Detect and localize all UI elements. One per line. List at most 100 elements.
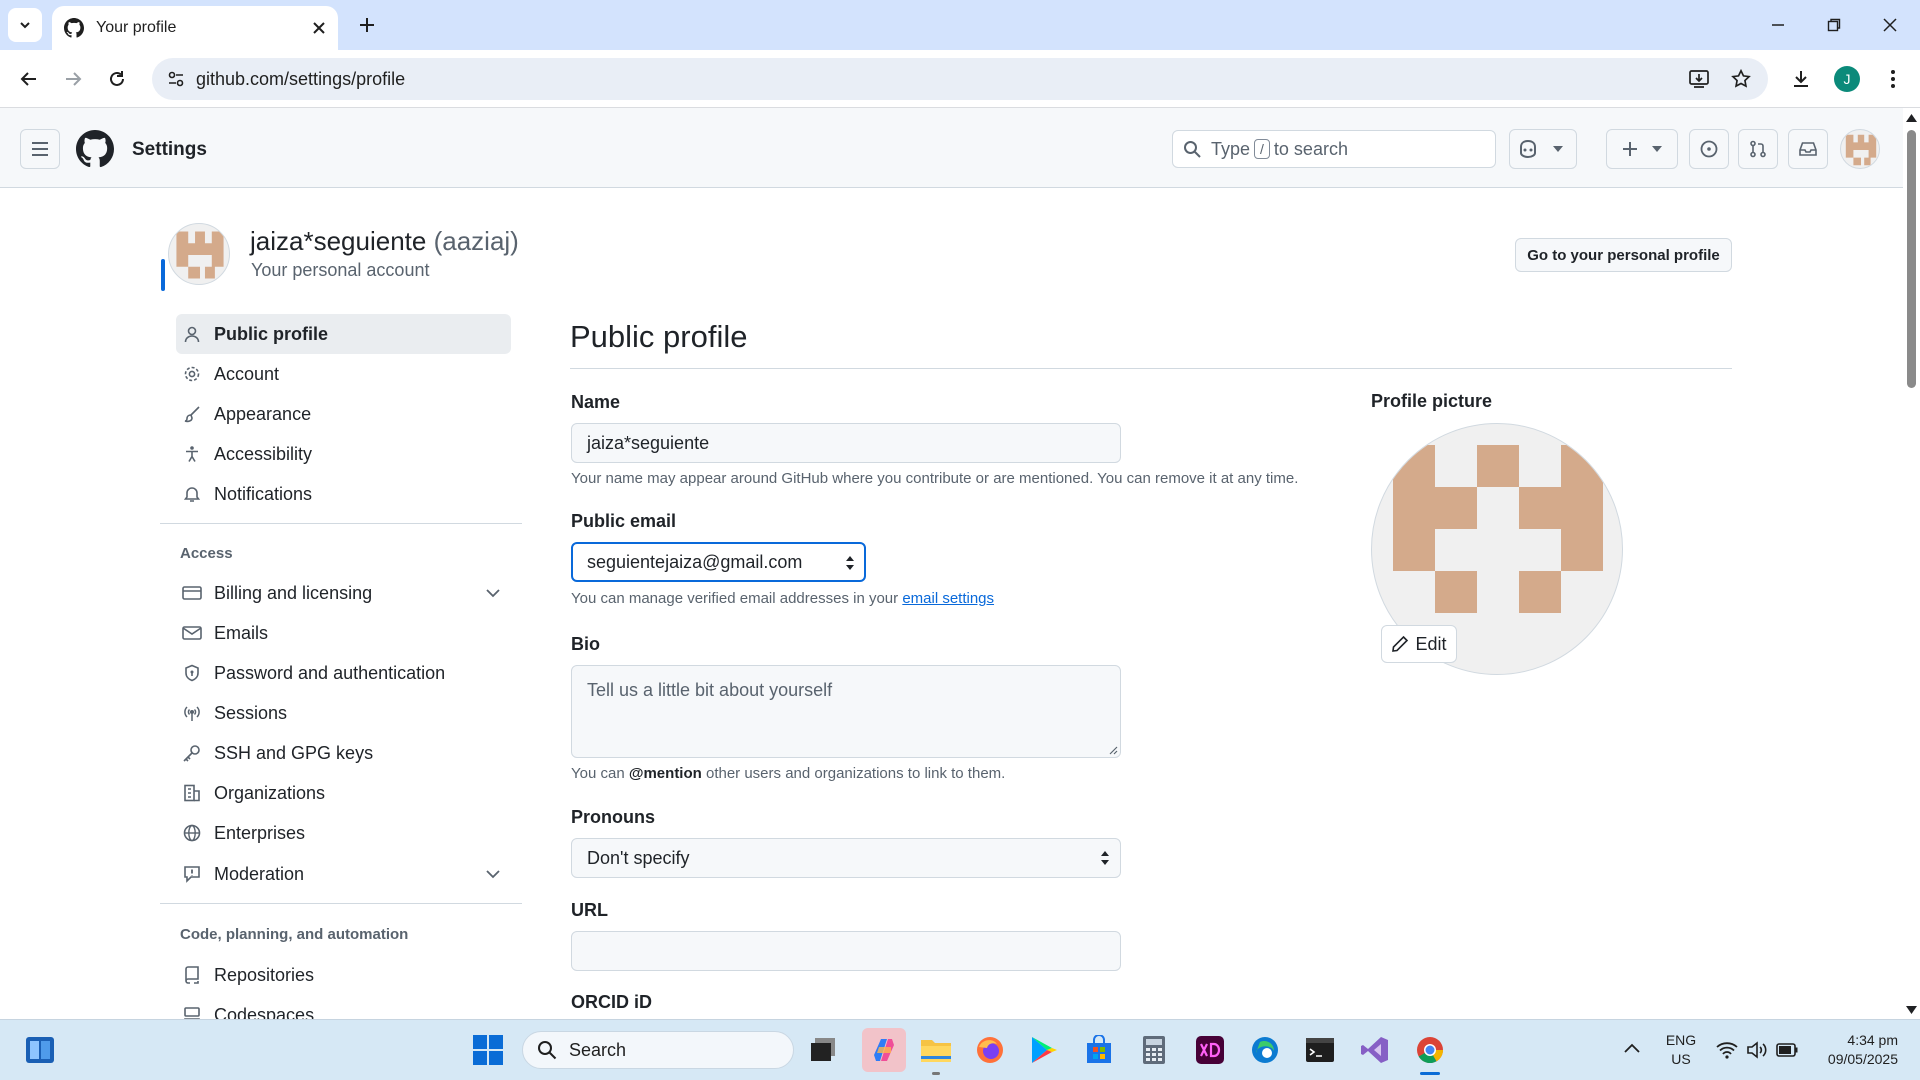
sidebar-item-notifications[interactable]: Notifications — [176, 474, 512, 514]
go-to-personal-profile-button[interactable]: Go to your personal profile — [1515, 238, 1732, 272]
visual-studio-button[interactable] — [1357, 1032, 1393, 1068]
sidebar-item-codespaces[interactable]: Codespaces — [176, 995, 512, 1019]
sidebar-item-enterprises[interactable]: Enterprises — [176, 813, 512, 853]
reload-button[interactable] — [100, 62, 134, 96]
close-window-button[interactable] — [1870, 8, 1910, 42]
sidebar-item-billing[interactable]: Billing and licensing — [176, 573, 512, 613]
chevron-up-icon[interactable] — [1624, 1043, 1640, 1053]
minimize-icon — [1772, 24, 1784, 26]
file-explorer-button[interactable] — [918, 1032, 954, 1068]
sidebar-heading-code: Code, planning, and automation — [180, 926, 409, 943]
name-label: Name — [571, 392, 621, 412]
sidebar-divider — [160, 903, 522, 904]
credit-card-icon — [180, 585, 204, 601]
adobe-xd-button[interactable] — [1192, 1032, 1228, 1068]
minimize-button[interactable] — [1758, 8, 1798, 42]
new-tab-button[interactable] — [350, 8, 384, 42]
scroll-down-icon[interactable] — [1906, 1006, 1917, 1014]
clock[interactable]: 4:34 pm 09/05/2025 — [1808, 1031, 1898, 1069]
sidebar-item-moderation[interactable]: Moderation — [176, 854, 512, 894]
sidebar-item-sessions[interactable]: Sessions — [176, 693, 512, 733]
calculator-button[interactable] — [1136, 1032, 1172, 1068]
bookmark-star-icon[interactable] — [1730, 68, 1752, 90]
sidebar-divider — [160, 523, 522, 524]
explorer-running-indicator — [932, 1072, 940, 1075]
inbox-button[interactable] — [1788, 129, 1828, 169]
chrome-active-indicator — [1420, 1072, 1440, 1075]
address-bar[interactable]: github.com/settings/profile — [152, 58, 1768, 100]
user-avatar-button[interactable] — [1840, 129, 1880, 169]
account-display-name[interactable]: jaiza*seguiente — [250, 226, 426, 256]
open-menu-button[interactable] — [20, 129, 60, 169]
volume-icon[interactable] — [1746, 1041, 1768, 1059]
chrome-menu-button[interactable] — [1876, 62, 1910, 96]
name-input[interactable]: jaiza*seguiente — [571, 423, 1121, 463]
close-tab-icon[interactable] — [312, 21, 326, 35]
account-heading: jaiza*seguiente (aaziaj) — [250, 226, 519, 257]
firefox-button[interactable] — [972, 1032, 1008, 1068]
accessibility-icon — [180, 445, 204, 463]
bio-note-suffix: other users and organizations to link to… — [705, 765, 1006, 782]
widgets-button[interactable] — [22, 1032, 58, 1068]
chevron-down-icon — [20, 22, 30, 29]
chrome-profile-button[interactable]: J — [1834, 66, 1860, 92]
email-settings-link[interactable]: email settings — [902, 590, 994, 607]
public-email-select[interactable]: seguientejaiza@gmail.com — [571, 542, 866, 582]
select-arrows-icon — [1101, 851, 1109, 865]
edit-profile-picture-button[interactable]: Edit — [1381, 625, 1457, 663]
sidebar-item-emails[interactable]: Emails — [176, 613, 512, 653]
page-scrollbar[interactable] — [1903, 108, 1920, 1019]
chevron-down-icon[interactable] — [486, 869, 500, 879]
github-logo-icon[interactable] — [76, 130, 114, 168]
sidebar-item-ssh-gpg[interactable]: SSH and GPG keys — [176, 733, 512, 773]
taskbar-search[interactable]: Search — [522, 1031, 794, 1069]
visual-studio-icon — [1361, 1037, 1388, 1063]
battery-icon[interactable] — [1776, 1043, 1798, 1057]
sidebar-item-appearance[interactable]: Appearance — [176, 394, 512, 434]
scrollbar-thumb[interactable] — [1907, 130, 1916, 388]
forward-button[interactable] — [56, 62, 90, 96]
search-input[interactable]: Type / to search — [1172, 130, 1496, 168]
pull-requests-button[interactable] — [1738, 129, 1778, 169]
restore-button[interactable] — [1814, 8, 1854, 42]
wifi-icon[interactable] — [1716, 1041, 1738, 1059]
create-new-button[interactable] — [1606, 129, 1678, 169]
copilot-app-button[interactable] — [862, 1028, 906, 1072]
name-note: Your name may appear around GitHub where… — [571, 470, 1299, 487]
copilot-button[interactable] — [1509, 129, 1577, 169]
bio-textarea[interactable]: Tell us a little bit about yourself — [571, 665, 1121, 758]
sidebar-item-label: Emails — [214, 622, 269, 643]
pronouns-select[interactable]: Don't specify — [571, 838, 1121, 878]
chrome-button[interactable] — [1412, 1032, 1448, 1068]
resize-handle-icon[interactable] — [1108, 745, 1118, 755]
language-indicator[interactable]: ENG US — [1664, 1031, 1698, 1069]
sidebar-item-public-profile[interactable]: Public profile — [176, 314, 511, 354]
settings-page: jaiza*seguiente (aaziaj) Your personal a… — [0, 189, 1903, 1019]
search-suffix: to search — [1273, 138, 1348, 159]
chevron-down-icon[interactable] — [486, 588, 500, 598]
terminal-button[interactable] — [1302, 1032, 1338, 1068]
downloads-button[interactable] — [1784, 62, 1818, 96]
site-info-icon[interactable] — [166, 69, 186, 89]
tab-search-button[interactable] — [8, 8, 42, 42]
google-play-button[interactable] — [1026, 1032, 1062, 1068]
active-tab[interactable]: Your profile — [52, 6, 338, 50]
task-view-button[interactable] — [805, 1032, 841, 1068]
sidebar-item-repositories[interactable]: Repositories — [176, 955, 512, 995]
url-input[interactable] — [571, 931, 1121, 971]
microsoft-store-button[interactable] — [1081, 1032, 1117, 1068]
start-button[interactable] — [470, 1032, 506, 1068]
sidebar-item-password[interactable]: Password and authentication — [176, 653, 512, 693]
profile-picture-label: Profile picture — [1371, 391, 1493, 411]
issues-button[interactable] — [1689, 129, 1729, 169]
header-title[interactable]: Settings — [132, 139, 207, 161]
sidebar-item-label: Account — [214, 363, 280, 384]
search-icon — [1184, 141, 1201, 158]
edge-button[interactable] — [1247, 1032, 1283, 1068]
back-button[interactable] — [12, 62, 46, 96]
sidebar-item-organizations[interactable]: Organizations — [176, 773, 512, 813]
scroll-up-icon[interactable] — [1906, 114, 1917, 122]
sidebar-item-accessibility[interactable]: Accessibility — [176, 434, 512, 474]
sidebar-item-account[interactable]: Account — [176, 354, 512, 394]
install-app-icon[interactable] — [1688, 68, 1710, 90]
